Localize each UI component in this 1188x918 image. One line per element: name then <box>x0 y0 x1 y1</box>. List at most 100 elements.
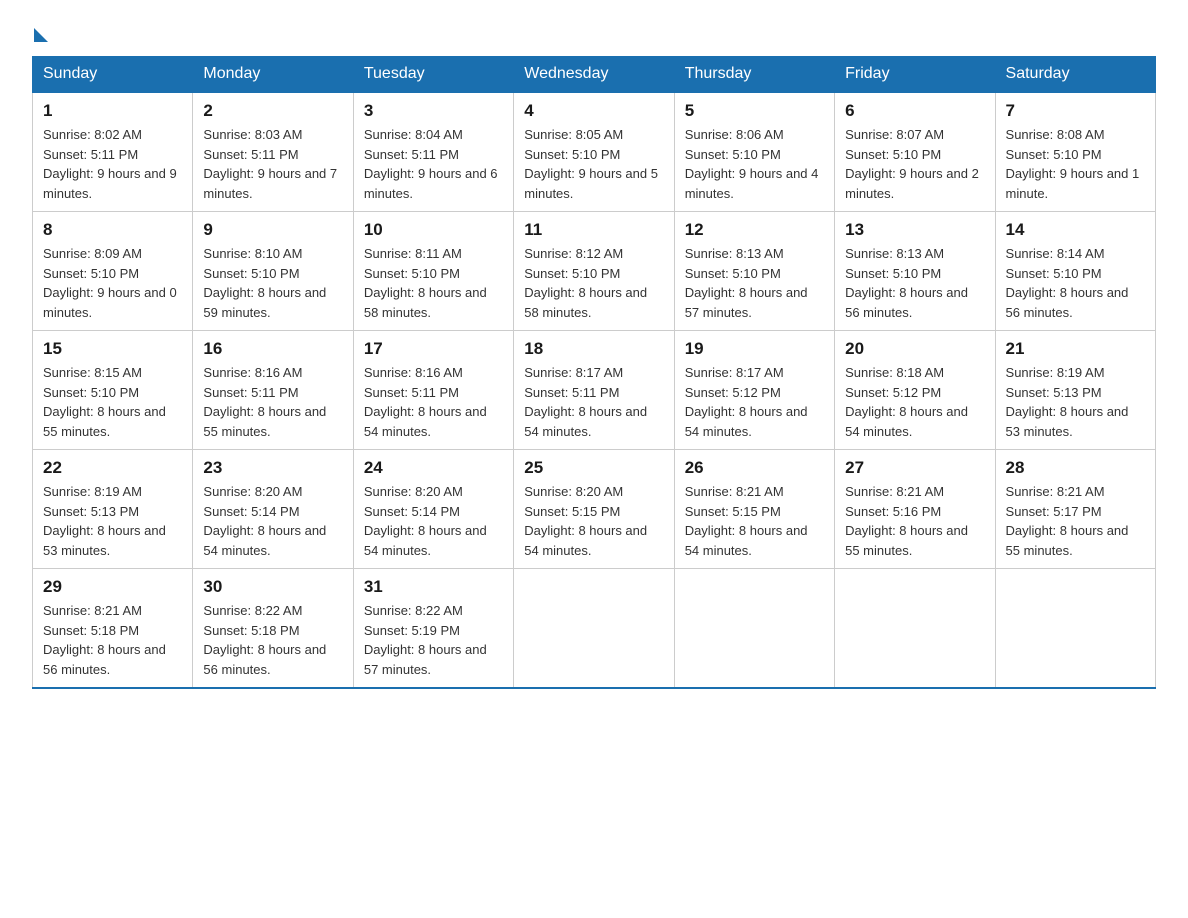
day-number: 9 <box>203 220 342 240</box>
day-number: 5 <box>685 101 824 121</box>
calendar-cell: 9 Sunrise: 8:10 AMSunset: 5:10 PMDayligh… <box>193 212 353 331</box>
calendar-cell: 2 Sunrise: 8:03 AMSunset: 5:11 PMDayligh… <box>193 92 353 212</box>
calendar-cell: 3 Sunrise: 8:04 AMSunset: 5:11 PMDayligh… <box>353 92 513 212</box>
day-info: Sunrise: 8:12 AMSunset: 5:10 PMDaylight:… <box>524 246 647 320</box>
page-header <box>32 24 1156 38</box>
calendar-cell: 21 Sunrise: 8:19 AMSunset: 5:13 PMDaylig… <box>995 331 1155 450</box>
calendar-cell: 24 Sunrise: 8:20 AMSunset: 5:14 PMDaylig… <box>353 450 513 569</box>
day-number: 12 <box>685 220 824 240</box>
header-wednesday: Wednesday <box>514 57 674 93</box>
calendar-week-row: 1 Sunrise: 8:02 AMSunset: 5:11 PMDayligh… <box>33 92 1156 212</box>
day-info: Sunrise: 8:17 AMSunset: 5:12 PMDaylight:… <box>685 365 808 439</box>
day-number: 6 <box>845 101 984 121</box>
day-number: 4 <box>524 101 663 121</box>
day-info: Sunrise: 8:16 AMSunset: 5:11 PMDaylight:… <box>364 365 487 439</box>
day-info: Sunrise: 8:02 AMSunset: 5:11 PMDaylight:… <box>43 127 177 201</box>
day-info: Sunrise: 8:20 AMSunset: 5:14 PMDaylight:… <box>203 484 326 558</box>
day-number: 16 <box>203 339 342 359</box>
header-tuesday: Tuesday <box>353 57 513 93</box>
day-info: Sunrise: 8:21 AMSunset: 5:16 PMDaylight:… <box>845 484 968 558</box>
calendar-cell: 6 Sunrise: 8:07 AMSunset: 5:10 PMDayligh… <box>835 92 995 212</box>
calendar-cell <box>995 569 1155 689</box>
calendar-cell: 20 Sunrise: 8:18 AMSunset: 5:12 PMDaylig… <box>835 331 995 450</box>
day-number: 1 <box>43 101 182 121</box>
calendar-cell: 28 Sunrise: 8:21 AMSunset: 5:17 PMDaylig… <box>995 450 1155 569</box>
day-number: 3 <box>364 101 503 121</box>
day-info: Sunrise: 8:16 AMSunset: 5:11 PMDaylight:… <box>203 365 326 439</box>
calendar-week-row: 29 Sunrise: 8:21 AMSunset: 5:18 PMDaylig… <box>33 569 1156 689</box>
day-number: 25 <box>524 458 663 478</box>
calendar-cell: 12 Sunrise: 8:13 AMSunset: 5:10 PMDaylig… <box>674 212 834 331</box>
day-number: 20 <box>845 339 984 359</box>
header-sunday: Sunday <box>33 57 193 93</box>
day-number: 24 <box>364 458 503 478</box>
day-info: Sunrise: 8:21 AMSunset: 5:18 PMDaylight:… <box>43 603 166 677</box>
calendar-header-row: SundayMondayTuesdayWednesdayThursdayFrid… <box>33 57 1156 93</box>
calendar-week-row: 22 Sunrise: 8:19 AMSunset: 5:13 PMDaylig… <box>33 450 1156 569</box>
day-number: 13 <box>845 220 984 240</box>
calendar-cell: 8 Sunrise: 8:09 AMSunset: 5:10 PMDayligh… <box>33 212 193 331</box>
day-number: 8 <box>43 220 182 240</box>
day-number: 7 <box>1006 101 1145 121</box>
calendar-cell: 18 Sunrise: 8:17 AMSunset: 5:11 PMDaylig… <box>514 331 674 450</box>
day-number: 27 <box>845 458 984 478</box>
day-info: Sunrise: 8:13 AMSunset: 5:10 PMDaylight:… <box>845 246 968 320</box>
calendar-cell <box>674 569 834 689</box>
header-friday: Friday <box>835 57 995 93</box>
day-number: 22 <box>43 458 182 478</box>
calendar-cell: 5 Sunrise: 8:06 AMSunset: 5:10 PMDayligh… <box>674 92 834 212</box>
calendar-cell: 14 Sunrise: 8:14 AMSunset: 5:10 PMDaylig… <box>995 212 1155 331</box>
calendar-week-row: 8 Sunrise: 8:09 AMSunset: 5:10 PMDayligh… <box>33 212 1156 331</box>
day-info: Sunrise: 8:17 AMSunset: 5:11 PMDaylight:… <box>524 365 647 439</box>
day-number: 17 <box>364 339 503 359</box>
day-info: Sunrise: 8:10 AMSunset: 5:10 PMDaylight:… <box>203 246 326 320</box>
day-info: Sunrise: 8:22 AMSunset: 5:19 PMDaylight:… <box>364 603 487 677</box>
header-saturday: Saturday <box>995 57 1155 93</box>
day-info: Sunrise: 8:14 AMSunset: 5:10 PMDaylight:… <box>1006 246 1129 320</box>
calendar-week-row: 15 Sunrise: 8:15 AMSunset: 5:10 PMDaylig… <box>33 331 1156 450</box>
day-number: 2 <box>203 101 342 121</box>
day-info: Sunrise: 8:15 AMSunset: 5:10 PMDaylight:… <box>43 365 166 439</box>
calendar-cell: 11 Sunrise: 8:12 AMSunset: 5:10 PMDaylig… <box>514 212 674 331</box>
calendar-cell: 16 Sunrise: 8:16 AMSunset: 5:11 PMDaylig… <box>193 331 353 450</box>
day-number: 31 <box>364 577 503 597</box>
header-thursday: Thursday <box>674 57 834 93</box>
day-info: Sunrise: 8:05 AMSunset: 5:10 PMDaylight:… <box>524 127 658 201</box>
calendar-cell: 23 Sunrise: 8:20 AMSunset: 5:14 PMDaylig… <box>193 450 353 569</box>
day-info: Sunrise: 8:19 AMSunset: 5:13 PMDaylight:… <box>1006 365 1129 439</box>
calendar-cell: 1 Sunrise: 8:02 AMSunset: 5:11 PMDayligh… <box>33 92 193 212</box>
calendar-cell: 30 Sunrise: 8:22 AMSunset: 5:18 PMDaylig… <box>193 569 353 689</box>
day-number: 29 <box>43 577 182 597</box>
header-monday: Monday <box>193 57 353 93</box>
calendar-cell: 22 Sunrise: 8:19 AMSunset: 5:13 PMDaylig… <box>33 450 193 569</box>
calendar-cell <box>835 569 995 689</box>
calendar-cell: 26 Sunrise: 8:21 AMSunset: 5:15 PMDaylig… <box>674 450 834 569</box>
day-info: Sunrise: 8:21 AMSunset: 5:17 PMDaylight:… <box>1006 484 1129 558</box>
day-number: 14 <box>1006 220 1145 240</box>
logo <box>32 24 48 38</box>
calendar-cell: 13 Sunrise: 8:13 AMSunset: 5:10 PMDaylig… <box>835 212 995 331</box>
day-info: Sunrise: 8:06 AMSunset: 5:10 PMDaylight:… <box>685 127 819 201</box>
calendar-cell <box>514 569 674 689</box>
logo-triangle-icon <box>34 28 48 42</box>
day-info: Sunrise: 8:19 AMSunset: 5:13 PMDaylight:… <box>43 484 166 558</box>
day-number: 10 <box>364 220 503 240</box>
day-number: 30 <box>203 577 342 597</box>
day-number: 21 <box>1006 339 1145 359</box>
calendar-cell: 31 Sunrise: 8:22 AMSunset: 5:19 PMDaylig… <box>353 569 513 689</box>
day-number: 18 <box>524 339 663 359</box>
day-number: 11 <box>524 220 663 240</box>
day-info: Sunrise: 8:20 AMSunset: 5:15 PMDaylight:… <box>524 484 647 558</box>
day-info: Sunrise: 8:22 AMSunset: 5:18 PMDaylight:… <box>203 603 326 677</box>
day-number: 23 <box>203 458 342 478</box>
calendar-cell: 29 Sunrise: 8:21 AMSunset: 5:18 PMDaylig… <box>33 569 193 689</box>
calendar-cell: 27 Sunrise: 8:21 AMSunset: 5:16 PMDaylig… <box>835 450 995 569</box>
calendar-table: SundayMondayTuesdayWednesdayThursdayFrid… <box>32 56 1156 689</box>
day-info: Sunrise: 8:21 AMSunset: 5:15 PMDaylight:… <box>685 484 808 558</box>
day-info: Sunrise: 8:08 AMSunset: 5:10 PMDaylight:… <box>1006 127 1140 201</box>
calendar-cell: 15 Sunrise: 8:15 AMSunset: 5:10 PMDaylig… <box>33 331 193 450</box>
day-number: 28 <box>1006 458 1145 478</box>
day-number: 26 <box>685 458 824 478</box>
day-info: Sunrise: 8:11 AMSunset: 5:10 PMDaylight:… <box>364 246 487 320</box>
day-number: 19 <box>685 339 824 359</box>
